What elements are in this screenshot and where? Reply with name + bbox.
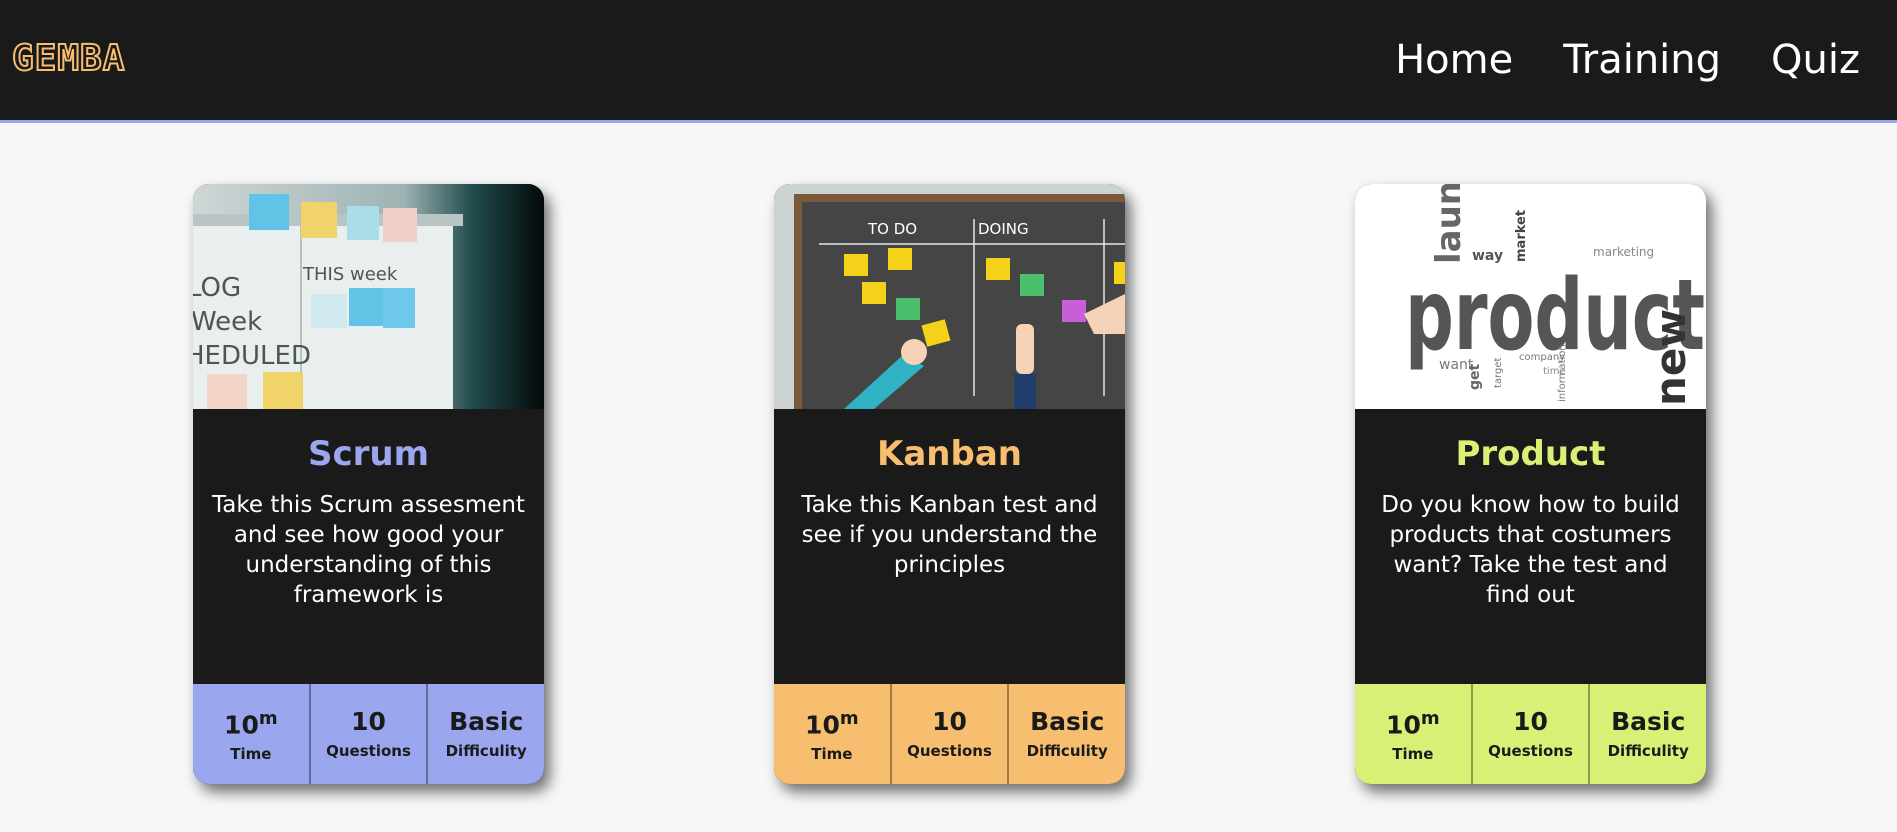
kanban-image: TO DO DOING [774,184,1125,409]
svg-text:HEDULED: HEDULED [193,341,311,371]
stat-time: 10m Time [1355,684,1473,784]
card-description: Do you know how to build products that c… [1381,492,1680,608]
time-value: 10 [1386,710,1421,740]
nav-training-link[interactable]: Training [1563,34,1721,86]
todo-label: TO DO [867,220,917,238]
questions-value: 10 [932,707,967,736]
product-wordcloud-image: product launch new market marketing way … [1355,184,1706,409]
questions-label: Questions [907,742,992,760]
quiz-card-scrum[interactable]: LOG Week HEDULED THIS week Scrum Take th… [193,184,544,784]
difficulty-label: Difficulity [1026,742,1108,760]
stat-time: 10m Time [193,684,311,784]
card-title: Product [1455,434,1606,474]
questions-value: 10 [351,707,386,736]
doing-label: DOING [978,220,1029,238]
difficulty-label: Difficulity [445,742,527,760]
wordcloud-marketing: marketing [1593,245,1654,259]
wordcloud-time: time [1543,366,1566,377]
questions-label: Questions [1488,742,1573,760]
difficulty-value: Basic [1030,707,1105,736]
svg-text:THIS week: THIS week [302,264,398,285]
main-nav: Home Training Quiz [1395,34,1860,86]
card-stats: 10m Time 10 Questions Basic Difficulity [1355,684,1706,784]
difficulty-label: Difficulity [1607,742,1689,760]
wordcloud-way: way [1472,248,1503,264]
scrum-image: LOG Week HEDULED THIS week [193,184,544,409]
time-label: Time [1392,745,1434,764]
top-navbar: GEMBA Home Training Quiz [0,0,1897,123]
time-unit: m [1420,707,1440,729]
nav-home-link[interactable]: Home [1395,34,1513,86]
card-stats: 10m Time 10 Questions Basic Difficulity [774,684,1125,784]
quiz-card-product[interactable]: product launch new market marketing way … [1355,184,1706,784]
wordcloud-get: get [1467,363,1483,390]
stat-questions: 10 Questions [311,684,429,784]
wordcloud-market: market [1514,210,1529,262]
time-value: 10 [224,710,259,740]
time-label: Time [230,745,272,764]
questions-label: Questions [326,742,411,760]
nav-quiz-link[interactable]: Quiz [1771,34,1860,86]
time-unit: m [258,707,278,729]
card-stats: 10m Time 10 Questions Basic Difficulity [193,684,544,784]
svg-text:LOG: LOG [193,273,241,303]
difficulty-value: Basic [449,707,524,736]
time-unit: m [839,707,859,729]
difficulty-value: Basic [1611,707,1686,736]
wordcloud-launch: launch [1429,184,1469,264]
card-title: Scrum [307,434,430,474]
gemba-logo[interactable]: GEMBA [11,37,125,80]
card-title: Kanban [877,434,1022,474]
card-description: Take this Kanban test and see if you und… [801,492,1098,578]
questions-value: 10 [1513,707,1548,736]
stat-time: 10m Time [774,684,892,784]
stat-difficulty: Basic Difficulity [428,684,544,784]
stat-difficulty: Basic Difficulity [1590,684,1706,784]
time-value: 10 [805,710,840,740]
wordcloud-new: new [1646,309,1695,406]
wordcloud-target: target [1493,358,1504,388]
quiz-card-kanban[interactable]: TO DO DOING Kanban Take this Kanban test… [774,184,1125,784]
stat-questions: 10 Questions [1473,684,1591,784]
stat-difficulty: Basic Difficulity [1009,684,1125,784]
time-label: Time [811,745,853,764]
stat-questions: 10 Questions [892,684,1010,784]
card-description: Take this Scrum assesment and see how go… [212,492,525,608]
svg-text:Week: Week [193,307,262,337]
